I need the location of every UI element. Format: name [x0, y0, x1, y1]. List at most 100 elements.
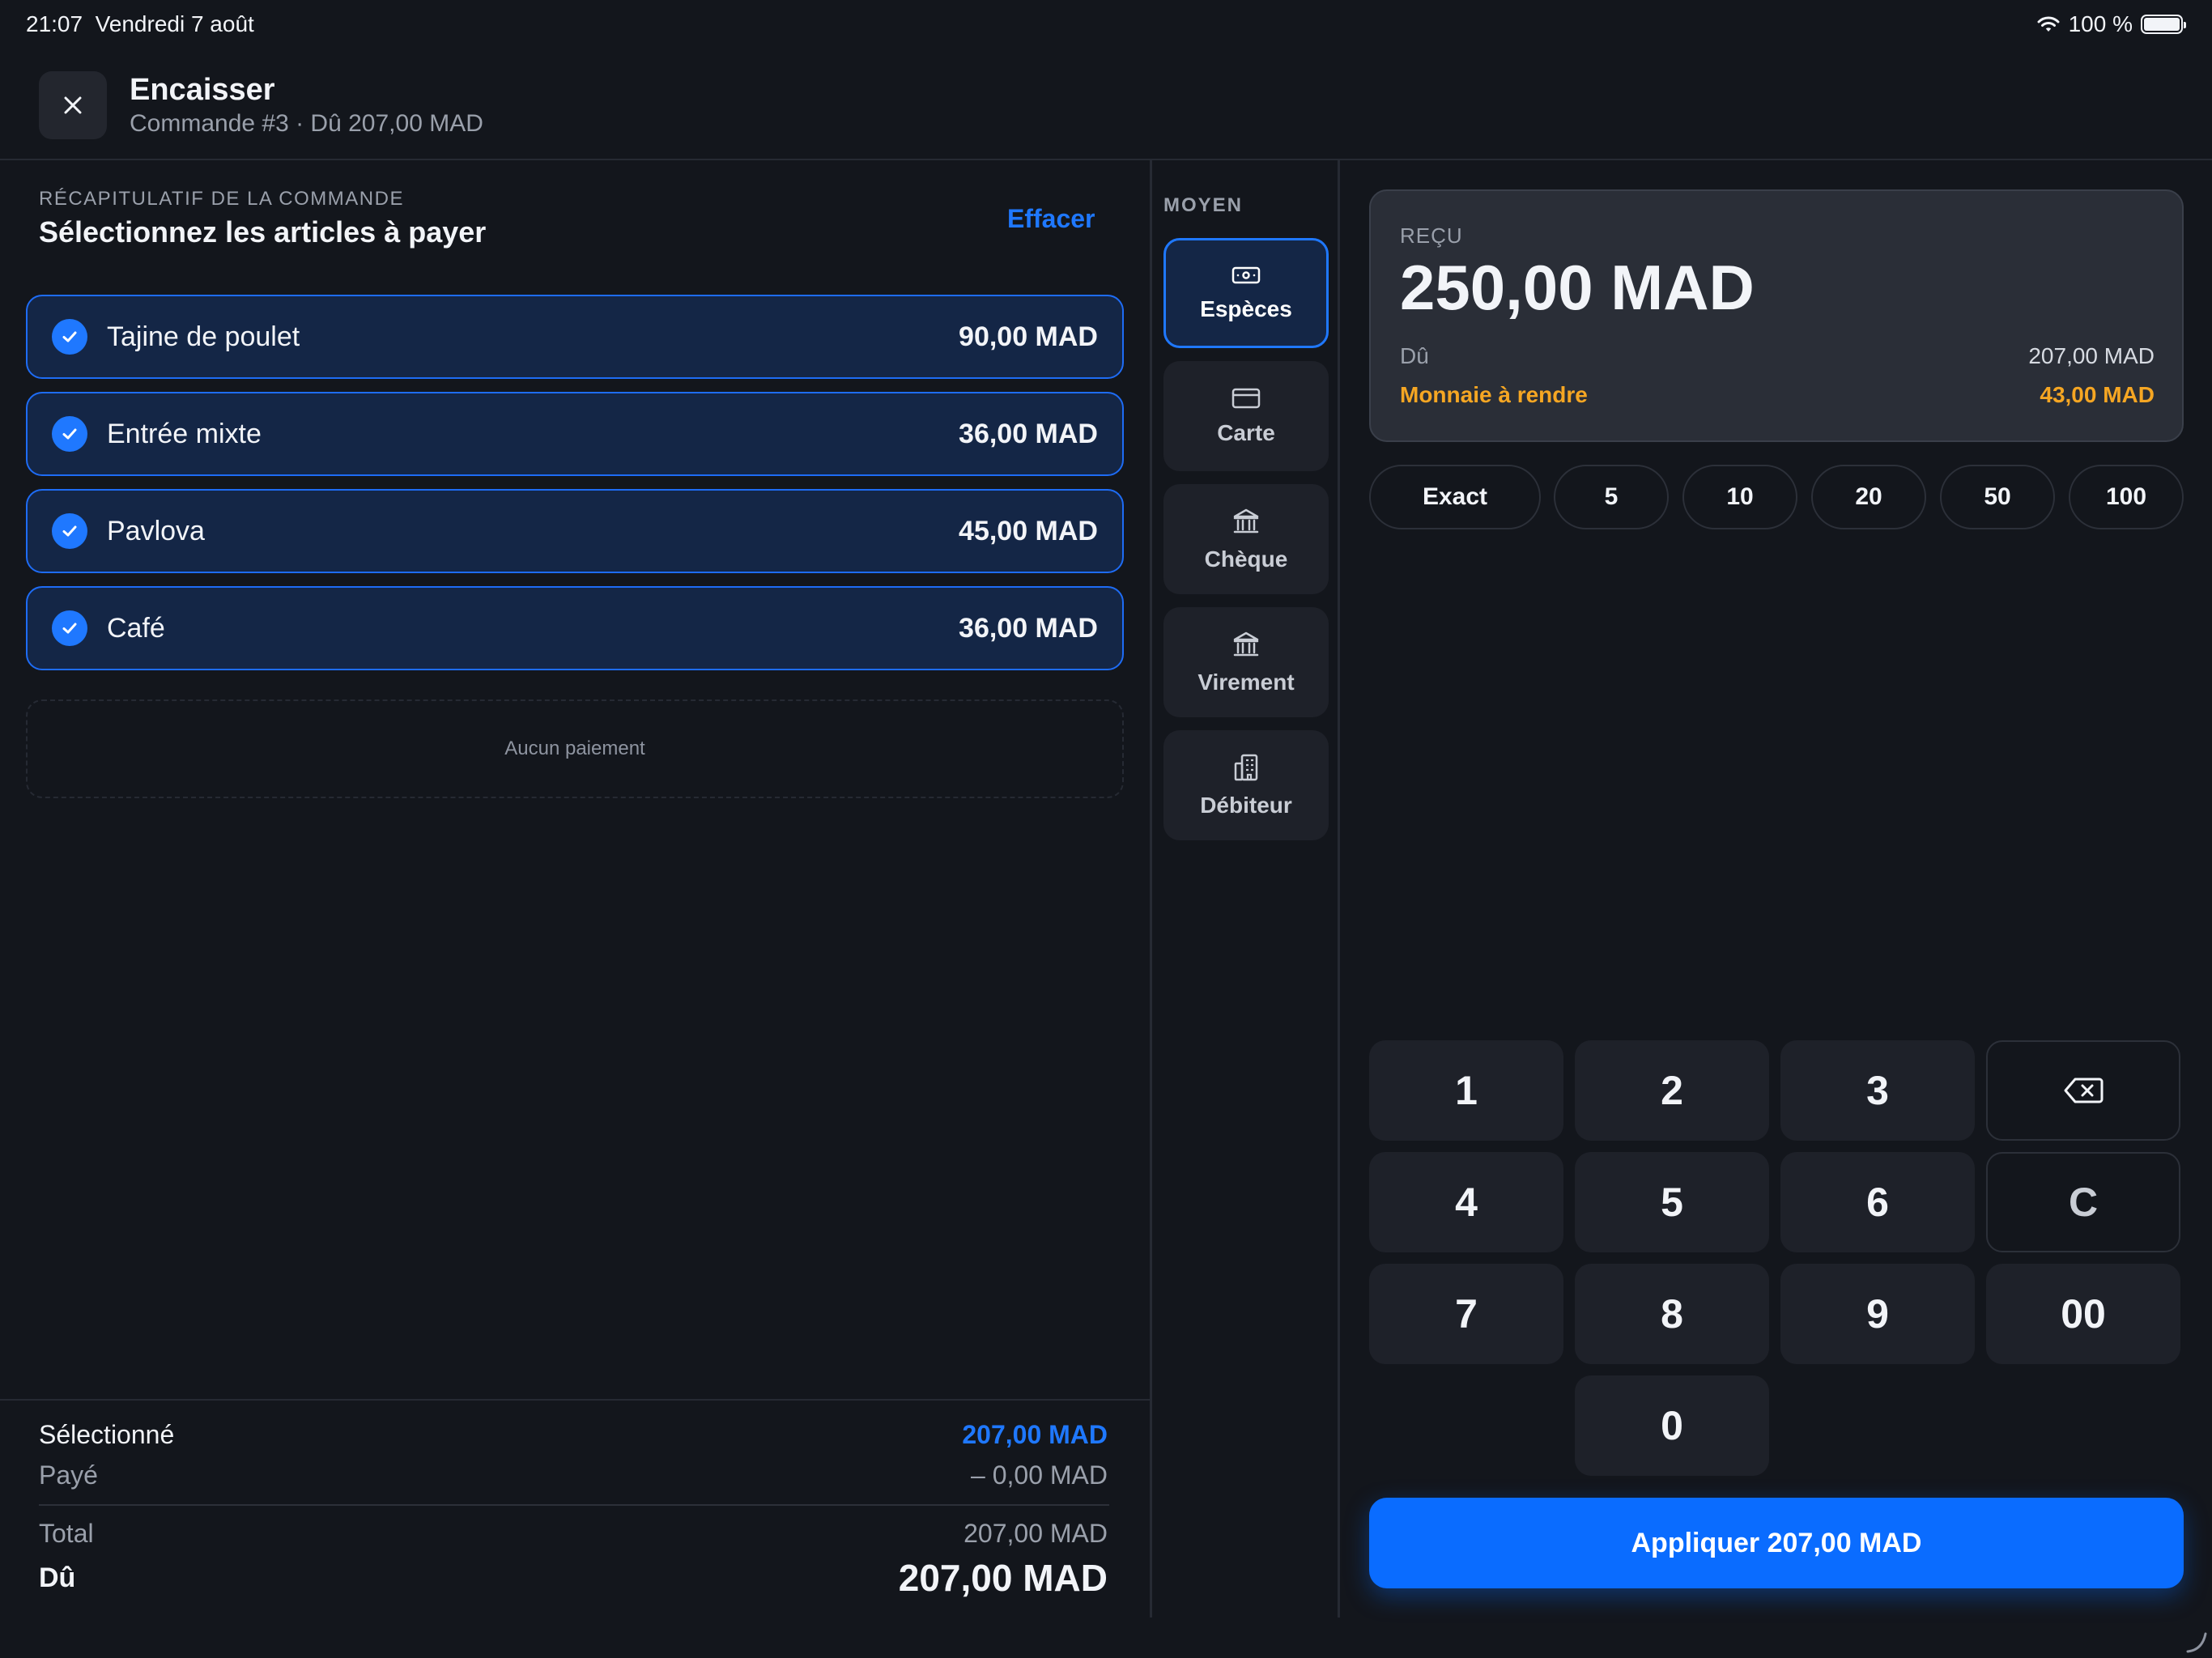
method-card[interactable]: Carte [1163, 361, 1329, 471]
checkbox-checked[interactable] [52, 416, 87, 452]
selected-value: 207,00 MAD [962, 1420, 1108, 1449]
received-card: REÇU 250,00 MAD Dû 207,00 MAD Monnaie à … [1369, 189, 2184, 442]
quick-amount-50[interactable]: 50 [1940, 465, 2055, 529]
keypad-key-3[interactable]: 3 [1780, 1040, 1975, 1141]
method-cheque[interactable]: Chèque [1163, 484, 1329, 594]
due-label: Dû [39, 1562, 76, 1593]
status-date: Vendredi 7 août [95, 11, 254, 36]
item-name: Pavlova [107, 515, 205, 546]
quick-amount-10[interactable]: 10 [1682, 465, 1797, 529]
change-row: Monnaie à rendre 43,00 MAD [1400, 382, 2155, 408]
total-label: Total [39, 1519, 94, 1548]
total-value: 207,00 MAD [963, 1519, 1108, 1548]
method-debtor[interactable]: Débiteur [1163, 730, 1329, 840]
item-price: 45,00 MAD [959, 515, 1098, 546]
item-name: Café [107, 612, 165, 644]
due-row: Dû 207,00 MAD [1400, 343, 2155, 369]
payment-entry-panel: REÇU 250,00 MAD Dû 207,00 MAD Monnaie à … [1340, 160, 2212, 1618]
check-icon [62, 525, 77, 537]
keypad-key-7[interactable]: 7 [1369, 1264, 1563, 1364]
page-subtitle: Commande #3 · Dû 207,00 MAD [130, 110, 483, 137]
item-name: Tajine de poulet [107, 321, 300, 352]
check-icon [62, 623, 77, 634]
order-summary-panel: RÉCAPITULATIF DE LA COMMANDE Sélectionne… [0, 160, 1150, 1618]
resize-handle-icon [2186, 1632, 2207, 1653]
backspace-icon [2064, 1078, 2104, 1103]
keypad-key-1[interactable]: 1 [1369, 1040, 1563, 1141]
keypad-key-0[interactable]: 0 [1575, 1375, 1769, 1476]
clear-button[interactable]: Effacer [1007, 204, 1095, 234]
bank-icon [1233, 631, 1259, 657]
keypad-key-6[interactable]: 6 [1780, 1152, 1975, 1252]
wifi-icon [2037, 16, 2060, 32]
selected-label: Sélectionné [39, 1420, 175, 1449]
section-title: Sélectionnez les articles à payer [39, 215, 487, 249]
panel-divider [1150, 160, 1152, 1618]
item-list: Tajine de poulet 90,00 MAD Entrée mixte … [26, 295, 1124, 683]
change-value: 43,00 MAD [2040, 382, 2155, 407]
received-label: REÇU [1400, 223, 1463, 248]
status-time: 21:07 Vendredi 7 août [26, 11, 254, 36]
check-icon [62, 331, 77, 342]
backspace-key[interactable] [1986, 1040, 2180, 1141]
list-item[interactable]: Café 36,00 MAD [26, 586, 1124, 670]
method-label: Carte [1217, 420, 1275, 445]
keypad-key-9[interactable]: 9 [1780, 1264, 1975, 1364]
keypad-key-8[interactable]: 8 [1575, 1264, 1769, 1364]
received-amount: 250,00 MAD [1400, 252, 1755, 323]
item-price: 90,00 MAD [959, 321, 1098, 352]
cash-icon [1231, 266, 1261, 284]
due-value: 207,00 MAD [898, 1557, 1108, 1599]
totals-divider [39, 1504, 1109, 1506]
card-icon [1231, 388, 1261, 409]
method-label: Virement [1197, 670, 1295, 695]
paid-value: – 0,00 MAD [971, 1460, 1108, 1490]
close-button[interactable] [39, 71, 107, 139]
due-label: Dû [1400, 343, 1429, 368]
due-value: 207,00 MAD [2028, 343, 2155, 368]
checkbox-checked[interactable] [52, 610, 87, 646]
list-item[interactable]: Pavlova 45,00 MAD [26, 489, 1124, 573]
quick-amount-5[interactable]: 5 [1554, 465, 1669, 529]
no-payment-placeholder: Aucun paiement [26, 699, 1124, 798]
status-indicators: 100 % [2036, 11, 2186, 37]
list-item[interactable]: Tajine de poulet 90,00 MAD [26, 295, 1124, 379]
selected-row: Sélectionné 207,00 MAD [39, 1420, 1108, 1450]
item-price: 36,00 MAD [959, 418, 1098, 449]
keypad-key-2[interactable]: 2 [1575, 1040, 1769, 1141]
quick-amount-exact[interactable]: Exact [1369, 465, 1541, 529]
apply-button[interactable]: Appliquer 207,00 MAD [1369, 1498, 2184, 1588]
method-transfer[interactable]: Virement [1163, 607, 1329, 717]
method-label: Débiteur [1200, 793, 1292, 818]
close-icon [64, 96, 82, 114]
header: Encaisser Commande #3 · Dû 207,00 MAD [0, 50, 2212, 160]
quick-amount-20[interactable]: 20 [1811, 465, 1926, 529]
section-label: RÉCAPITULATIF DE LA COMMANDE [39, 188, 404, 210]
page-title: Encaisser [130, 73, 275, 107]
method-label: Espèces [1200, 296, 1292, 321]
total-row: Total 207,00 MAD [39, 1519, 1108, 1549]
method-cash[interactable]: Espèces [1163, 238, 1329, 348]
item-name: Entrée mixte [107, 418, 262, 449]
battery-percent: 100 % [2068, 11, 2133, 36]
check-icon [62, 428, 77, 440]
keypad-key-5[interactable]: 5 [1575, 1152, 1769, 1252]
checkbox-checked[interactable] [52, 319, 87, 355]
bank-icon [1233, 508, 1259, 534]
methods-label: MOYEN [1163, 194, 1244, 216]
keypad-key-00[interactable]: 00 [1986, 1264, 2180, 1364]
building-icon [1234, 754, 1258, 781]
status-bar: 21:07 Vendredi 7 août 100 % [0, 0, 2212, 50]
due-row: Dû 207,00 MAD [39, 1556, 1108, 1600]
totals-summary: Sélectionné 207,00 MAD Payé – 0,00 MAD T… [0, 1399, 1150, 1618]
checkbox-checked[interactable] [52, 513, 87, 549]
clear-key[interactable]: C [1986, 1152, 2180, 1252]
quick-amount-100[interactable]: 100 [2069, 465, 2184, 529]
change-label: Monnaie à rendre [1400, 382, 1588, 407]
paid-row: Payé – 0,00 MAD [39, 1460, 1108, 1490]
battery-icon [2141, 15, 2186, 34]
list-item[interactable]: Entrée mixte 36,00 MAD [26, 392, 1124, 476]
item-price: 36,00 MAD [959, 612, 1098, 644]
keypad-key-4[interactable]: 4 [1369, 1152, 1563, 1252]
paid-label: Payé [39, 1460, 98, 1490]
